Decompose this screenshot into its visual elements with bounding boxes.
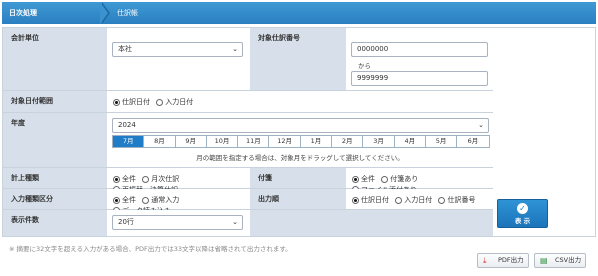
month-cell[interactable]: 9月 <box>175 136 207 147</box>
input-type-label: 入力種類区分 <box>3 189 107 210</box>
display-count-value: 20行 <box>118 218 134 226</box>
journal-no-from-input[interactable]: 0000000 <box>351 42 488 57</box>
date-range-radio-input[interactable]: 入力日付 <box>156 97 193 107</box>
month-cell[interactable]: 5月 <box>425 136 458 147</box>
radio-selected-icon <box>113 196 120 204</box>
breadcrumb-separator-inner <box>100 2 108 24</box>
input-type-radio-normal[interactable]: 通常入力 <box>142 195 179 205</box>
month-cell[interactable]: 4月 <box>394 136 426 147</box>
chevron-down-icon: ⌄ <box>232 45 238 53</box>
empty-cell <box>250 210 493 236</box>
month-cell[interactable]: 1月 <box>300 136 333 147</box>
date-range-radio-journal[interactable]: 仕訳日付 <box>113 97 150 107</box>
input-type-radio-all[interactable]: 全件 <box>113 195 136 205</box>
journal-no-label: 対象仕訳番号 <box>250 28 346 91</box>
pdf-truncation-note: ※ 摘要に32文字を超える入力がある場合、PDF出力では33文字以降は省略されて… <box>9 245 292 253</box>
journal-no-range-word: から <box>358 62 371 70</box>
radio-label: 付箋あり <box>390 175 419 183</box>
month-cell[interactable]: 2月 <box>332 136 364 147</box>
chevron-down-icon: ⌄ <box>232 218 238 226</box>
check-icon: ✓ <box>517 203 528 214</box>
output-order-label: 出力順 <box>250 189 346 210</box>
month-cell[interactable]: 12月 <box>269 136 301 147</box>
chevron-down-icon: ⌄ <box>478 121 484 129</box>
journal-no-to-input[interactable]: 9999999 <box>351 71 488 86</box>
input-type-cell: 全件 通常入力 データ読み込み <box>107 189 250 215</box>
output-order-radio-input-date[interactable]: 入力日付 <box>395 195 432 205</box>
company-unit-value: 本社 <box>118 45 132 53</box>
month-hint: 月の範囲を指定する場合は、対象月をドラッグして選択してください。 <box>196 154 404 162</box>
company-unit-cell: 本社 ⌄ <box>107 28 250 91</box>
pdf-export-label: PDF出力 <box>498 256 524 264</box>
output-order-cell: 仕訳日付 入力日付 仕訳番号 <box>346 189 493 210</box>
month-cell[interactable]: 6月 <box>457 136 489 147</box>
radio-label: 入力日付 <box>165 98 194 106</box>
attachment-label: 付箋 <box>250 168 346 189</box>
csv-export-label: CSV出力 <box>555 256 582 264</box>
radio-label: 仕訳番号 <box>447 196 476 204</box>
show-button[interactable]: ✓ 表 示 <box>497 199 548 228</box>
fiscal-year-cell: 2024 ⌄ 7月 8月 9月 10月 11月 12月 1月 2月 3月 4月 … <box>107 113 493 168</box>
date-range-label: 対象日付範囲 <box>3 91 107 113</box>
radio-label: 全件 <box>122 196 136 204</box>
radio-selected-icon <box>113 98 120 106</box>
attachment-radio-all[interactable]: 全件 <box>352 174 375 184</box>
posting-type-cell: 全件 月次仕訳 再振替・決算仕訳 <box>107 168 250 194</box>
display-count-cell: 20行 ⌄ <box>107 210 250 236</box>
radio-icon <box>142 175 150 183</box>
posting-type-radio-monthly[interactable]: 月次仕訳 <box>142 174 179 184</box>
output-order-radio-journal-date[interactable]: 仕訳日付 <box>352 195 389 205</box>
posting-type-radio-all[interactable]: 全件 <box>113 174 136 184</box>
month-cell[interactable]: 3月 <box>363 136 395 147</box>
fiscal-year-label: 年度 <box>3 113 107 168</box>
breadcrumb-current: 仕訳帳 <box>117 9 138 17</box>
month-cell[interactable]: 11月 <box>238 136 270 147</box>
radio-icon <box>381 175 389 183</box>
radio-label: 通常入力 <box>151 196 180 204</box>
radio-selected-icon <box>113 175 120 183</box>
radio-selected-icon <box>352 196 359 204</box>
display-count-label: 表示件数 <box>3 210 107 236</box>
radio-icon <box>142 196 150 204</box>
csv-icon: ▤ <box>540 256 548 265</box>
radio-icon <box>395 196 403 204</box>
month-cell[interactable]: 7月 <box>113 136 145 147</box>
month-selector[interactable]: 7月 8月 9月 10月 11月 12月 1月 2月 3月 4月 5月 6月 <box>112 135 490 148</box>
journal-no-cell: 0000000 から 9999999 <box>346 28 493 91</box>
pdf-icon: ⤓ <box>483 256 487 265</box>
month-cell[interactable]: 10月 <box>206 136 239 147</box>
radio-icon <box>438 196 446 204</box>
output-order-radio-journal-no[interactable]: 仕訳番号 <box>438 195 475 205</box>
radio-label: 全件 <box>122 175 136 183</box>
radio-label: 月次仕訳 <box>151 175 180 183</box>
fiscal-year-select[interactable]: 2024 ⌄ <box>112 118 489 133</box>
radio-label: 仕訳日付 <box>361 196 389 204</box>
date-range-cell: 仕訳日付 入力日付 <box>107 91 493 113</box>
display-count-select[interactable]: 20行 ⌄ <box>112 215 243 230</box>
radio-icon <box>156 98 164 106</box>
pdf-export-button[interactable]: ⤓ PDF出力 <box>477 253 529 268</box>
csv-export-button[interactable]: ▤ CSV出力 <box>534 253 586 268</box>
month-cell[interactable]: 8月 <box>144 136 176 147</box>
fiscal-year-value: 2024 <box>118 121 136 129</box>
radio-label: 入力日付 <box>404 196 433 204</box>
attachment-cell: 全件 付箋あり ファイル添付あり <box>346 168 493 194</box>
company-unit-label: 会計単位 <box>3 28 107 91</box>
breadcrumb: 日次処理 仕訳帳 <box>2 2 596 24</box>
company-unit-select[interactable]: 本社 ⌄ <box>112 42 243 57</box>
radio-selected-icon <box>352 175 359 183</box>
breadcrumb-parent[interactable]: 日次処理 <box>2 2 104 24</box>
posting-type-label: 計上種類 <box>3 168 107 189</box>
radio-label: 全件 <box>361 175 375 183</box>
radio-label: 仕訳日付 <box>122 98 150 106</box>
attachment-radio-sticky[interactable]: 付箋あり <box>381 174 418 184</box>
show-button-label: 表 示 <box>514 217 531 225</box>
